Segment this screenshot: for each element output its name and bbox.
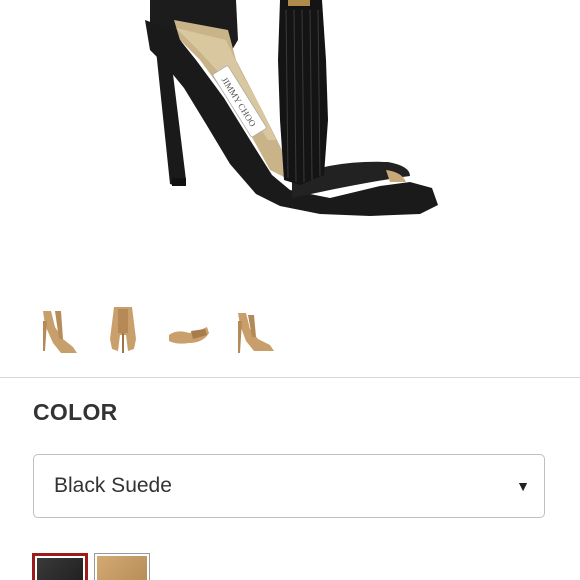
black-swatch-fill — [37, 558, 83, 580]
black-suede-tassel-sandal-image: JIMMY CHOO — [145, 0, 438, 216]
thumbnail-3[interactable] — [160, 300, 215, 362]
product-main-image[interactable]: JIMMY CHOO — [0, 0, 580, 290]
product-page: JIMMY CHOO COLOR Black Suede ▼ — [0, 0, 580, 580]
thumbnail-strip — [30, 300, 280, 366]
color-select[interactable]: Black Suede ▼ — [33, 454, 545, 518]
chevron-down-icon: ▼ — [516, 478, 530, 494]
swatch-nude[interactable] — [94, 553, 150, 580]
nude-sandal-side-view-thumbnail — [42, 311, 77, 353]
nude-sandal-sole-view-thumbnail — [168, 327, 209, 344]
thumbnail-2[interactable] — [95, 300, 150, 362]
nude-sandal-back-view-thumbnail — [109, 307, 136, 353]
color-swatches — [32, 553, 150, 580]
thumbnail-1[interactable] — [30, 300, 85, 362]
nude-swatch-fill — [97, 556, 147, 580]
color-heading: COLOR — [33, 399, 118, 425]
swatch-black-suede[interactable] — [32, 553, 88, 580]
thumbnail-4[interactable] — [225, 300, 280, 362]
section-divider — [0, 377, 580, 378]
nude-sandal-front-view-thumbnail — [237, 313, 274, 353]
color-select-value: Black Suede — [54, 474, 172, 497]
